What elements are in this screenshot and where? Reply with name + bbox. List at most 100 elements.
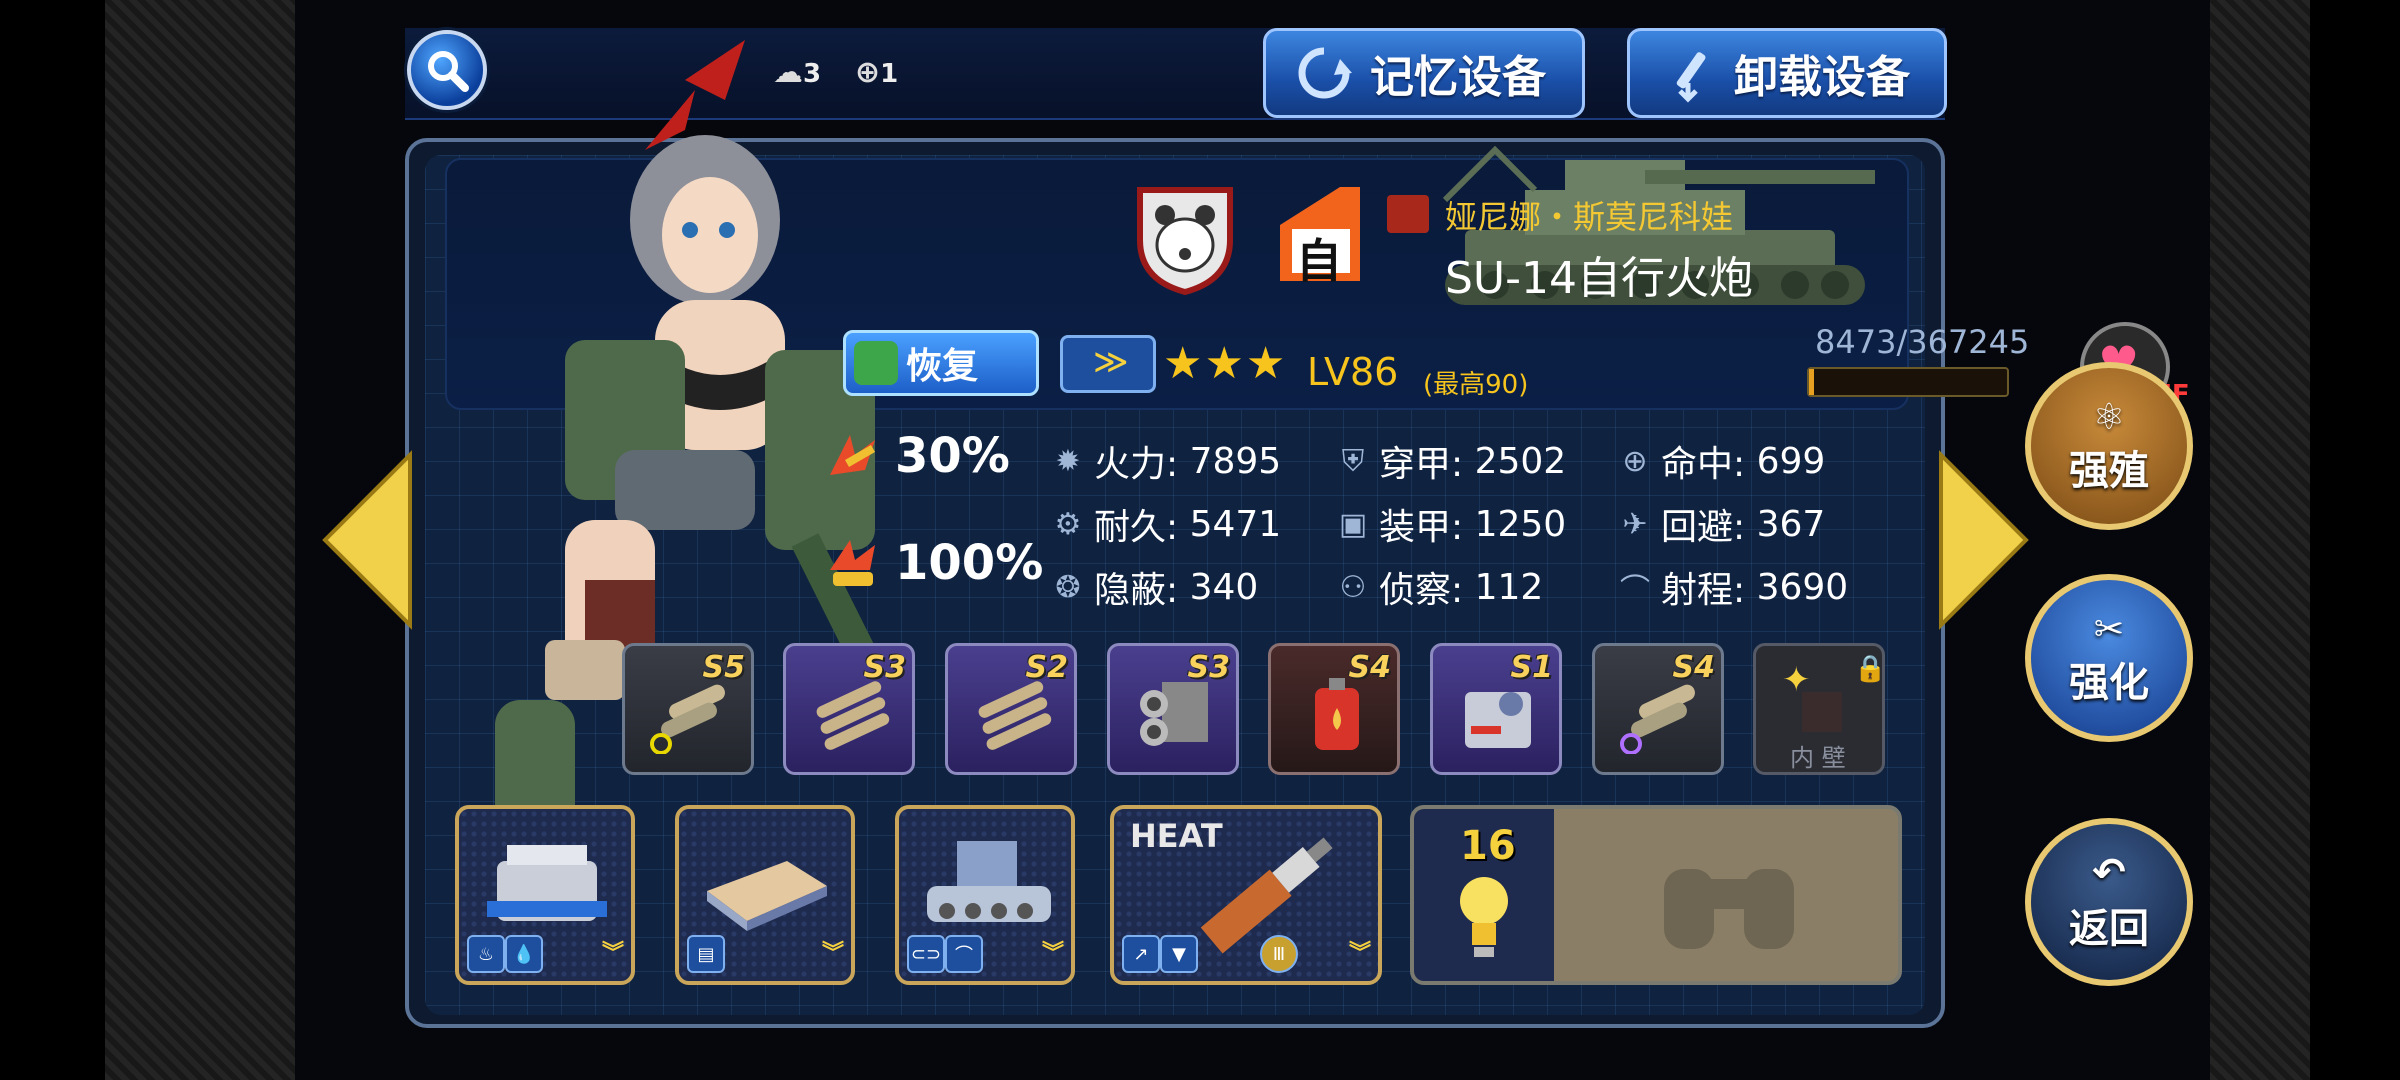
bulb-icon	[1460, 877, 1508, 957]
breed-button[interactable]: ⚛ 强殖	[2025, 362, 2193, 530]
part-slot-armor[interactable]: ▤ ︾	[675, 805, 855, 985]
heat-icon: ♨	[467, 935, 505, 973]
return-arrow-icon: ↶	[2092, 850, 2126, 896]
binoculars-icon	[1664, 869, 1794, 949]
stat-label: 射程:	[1661, 570, 1746, 611]
penetration-icon: ⛨	[1341, 443, 1365, 479]
part-slot-engine[interactable]: ♨ 💧 ︾	[455, 805, 635, 985]
exp-bar	[1807, 367, 2009, 397]
exp-bar-fill	[1809, 369, 1814, 395]
equipment-tier: S3	[863, 650, 906, 685]
equipment-tier: S4	[1672, 650, 1715, 685]
shield-down-icon: ▼	[1160, 935, 1198, 973]
equipment-slot-5[interactable]: S4	[1268, 643, 1400, 775]
part-slot-ammo[interactable]: HEAT ↗ ▼ Ⅲ ︾	[1110, 805, 1382, 985]
enhance-button[interactable]: ✂ 强化	[2025, 574, 2193, 742]
stat-accuracy: ⊕ 命中: 699	[1617, 435, 1825, 487]
equipment-slot-3[interactable]: S2	[945, 643, 1077, 775]
stat-firepower: ✹ 火力: 7895	[1050, 435, 1281, 487]
rank-chevron-badge: ≫	[1060, 335, 1156, 393]
durability-icon: ⚙	[1054, 506, 1082, 542]
rank-chevron-icon: ︾	[821, 941, 844, 966]
shells-icon	[978, 681, 1052, 750]
recon-icon: ⚇	[1339, 569, 1367, 605]
stat-range: ⌒ 射程: 3690	[1617, 561, 1848, 613]
equipment-tier: S5	[702, 650, 745, 685]
equipment-tier: S2	[1025, 650, 1068, 685]
anti-air-percent: 30%	[895, 428, 1010, 484]
armor-icon: ▣	[1338, 506, 1368, 542]
previous-unit-arrow[interactable]	[320, 450, 416, 630]
equipment-slot-locked[interactable]: ✦ 🔒 内 壁	[1753, 643, 1886, 775]
stat-value: 367	[1756, 503, 1826, 545]
ammo-type-icon: Ⅲ	[1260, 935, 1298, 973]
breed-label: 强殖	[2069, 447, 2149, 494]
stat-value: 2502	[1474, 440, 1567, 482]
level: LV86	[1307, 350, 1399, 394]
equipment-slot-4[interactable]: S3	[1107, 643, 1239, 775]
enhance-label: 强化	[2069, 659, 2149, 706]
repair-kit-icon	[854, 341, 898, 385]
radio-icon	[1465, 692, 1531, 748]
rank-chevron-icon: ︾	[1041, 941, 1064, 966]
equipment-slot-7[interactable]: S4	[1592, 643, 1724, 775]
engine-icon	[487, 845, 607, 921]
part-slot-chassis[interactable]: ⊂⊃ ⌒ ︾	[895, 805, 1075, 985]
restore-label: 恢复	[906, 346, 979, 387]
engine-block-icon	[1140, 682, 1208, 746]
pipe-icon	[650, 684, 725, 754]
stat-penetration: ⛨ 穿甲: 2502	[1335, 435, 1566, 487]
stat-label: 命中:	[1661, 444, 1746, 485]
wall-slot-icon	[1802, 692, 1842, 732]
stat-label: 隐蔽:	[1094, 570, 1179, 611]
accuracy-icon: ⊕	[1622, 443, 1648, 479]
molecule-icon: ⚛	[2092, 396, 2126, 438]
evasion-icon: ✈	[1622, 506, 1648, 542]
stat-evasion: ✈ 回避: 367	[1617, 498, 1825, 550]
left-background	[105, 0, 295, 1080]
refresh-icon	[1298, 47, 1352, 99]
pilot-name: 娅尼娜・斯莫尼科娃	[1445, 198, 1734, 236]
star-rating: ★★★	[1163, 338, 1288, 389]
back-label: 返回	[2069, 906, 2149, 952]
stat-value: 340	[1189, 566, 1259, 608]
stat-value: 5471	[1189, 503, 1282, 545]
restore-button[interactable]: 恢复	[843, 330, 1039, 396]
heat-shell-icon	[1200, 837, 1333, 954]
stat-label: 侦察:	[1379, 570, 1464, 611]
equipment-tier: S4	[1348, 650, 1391, 685]
locked-slot-label: 内 壁	[1790, 744, 1846, 772]
stat-value: 1250	[1474, 503, 1567, 545]
bulb-slot[interactable]: 16	[1414, 809, 1554, 981]
stealth-icon: ❂	[1055, 569, 1081, 605]
exp-text: 8473/367245	[1815, 323, 2030, 361]
armor-plate-icon	[707, 861, 827, 931]
max-level: (最高90)	[1423, 370, 1529, 400]
next-unit-arrow[interactable]	[1935, 450, 2031, 630]
stat-label: 穿甲:	[1379, 444, 1464, 485]
stat-label: 耐久:	[1094, 507, 1179, 548]
unload-device-button[interactable]: 卸载设备	[1627, 28, 1947, 118]
accessory-panel: 16	[1410, 805, 1902, 985]
tools-icon: ✂	[2093, 608, 2125, 650]
range-icon: ⌒	[1620, 573, 1650, 608]
memory-device-label: 记忆设备	[1370, 52, 1546, 103]
stat-armor: ▣ 装甲: 1250	[1335, 498, 1566, 550]
equipment-tier: S3	[1187, 650, 1230, 685]
arc-icon: ⌒	[945, 935, 983, 973]
rank-chevron-icon: ︾	[601, 941, 624, 966]
bulb-count: 16	[1460, 823, 1516, 869]
shells-icon	[816, 681, 890, 750]
target-icon: ↗	[1122, 935, 1160, 973]
equipment-slot-1[interactable]: S5	[622, 643, 754, 775]
equipment-slot-2[interactable]: S3	[783, 643, 915, 775]
chassis-icon	[927, 841, 1051, 922]
memory-device-button[interactable]: 记忆设备	[1263, 28, 1585, 118]
back-button[interactable]: ↶ 返回	[2025, 818, 2193, 986]
stat-value: 3690	[1756, 566, 1849, 608]
anti-ground-icon	[825, 540, 880, 590]
self-propelled-badge: 自	[1270, 185, 1366, 291]
stat-label: 装甲:	[1379, 507, 1464, 548]
faction-bear-icon	[1137, 187, 1233, 295]
equipment-slot-6[interactable]: S1	[1430, 643, 1562, 775]
